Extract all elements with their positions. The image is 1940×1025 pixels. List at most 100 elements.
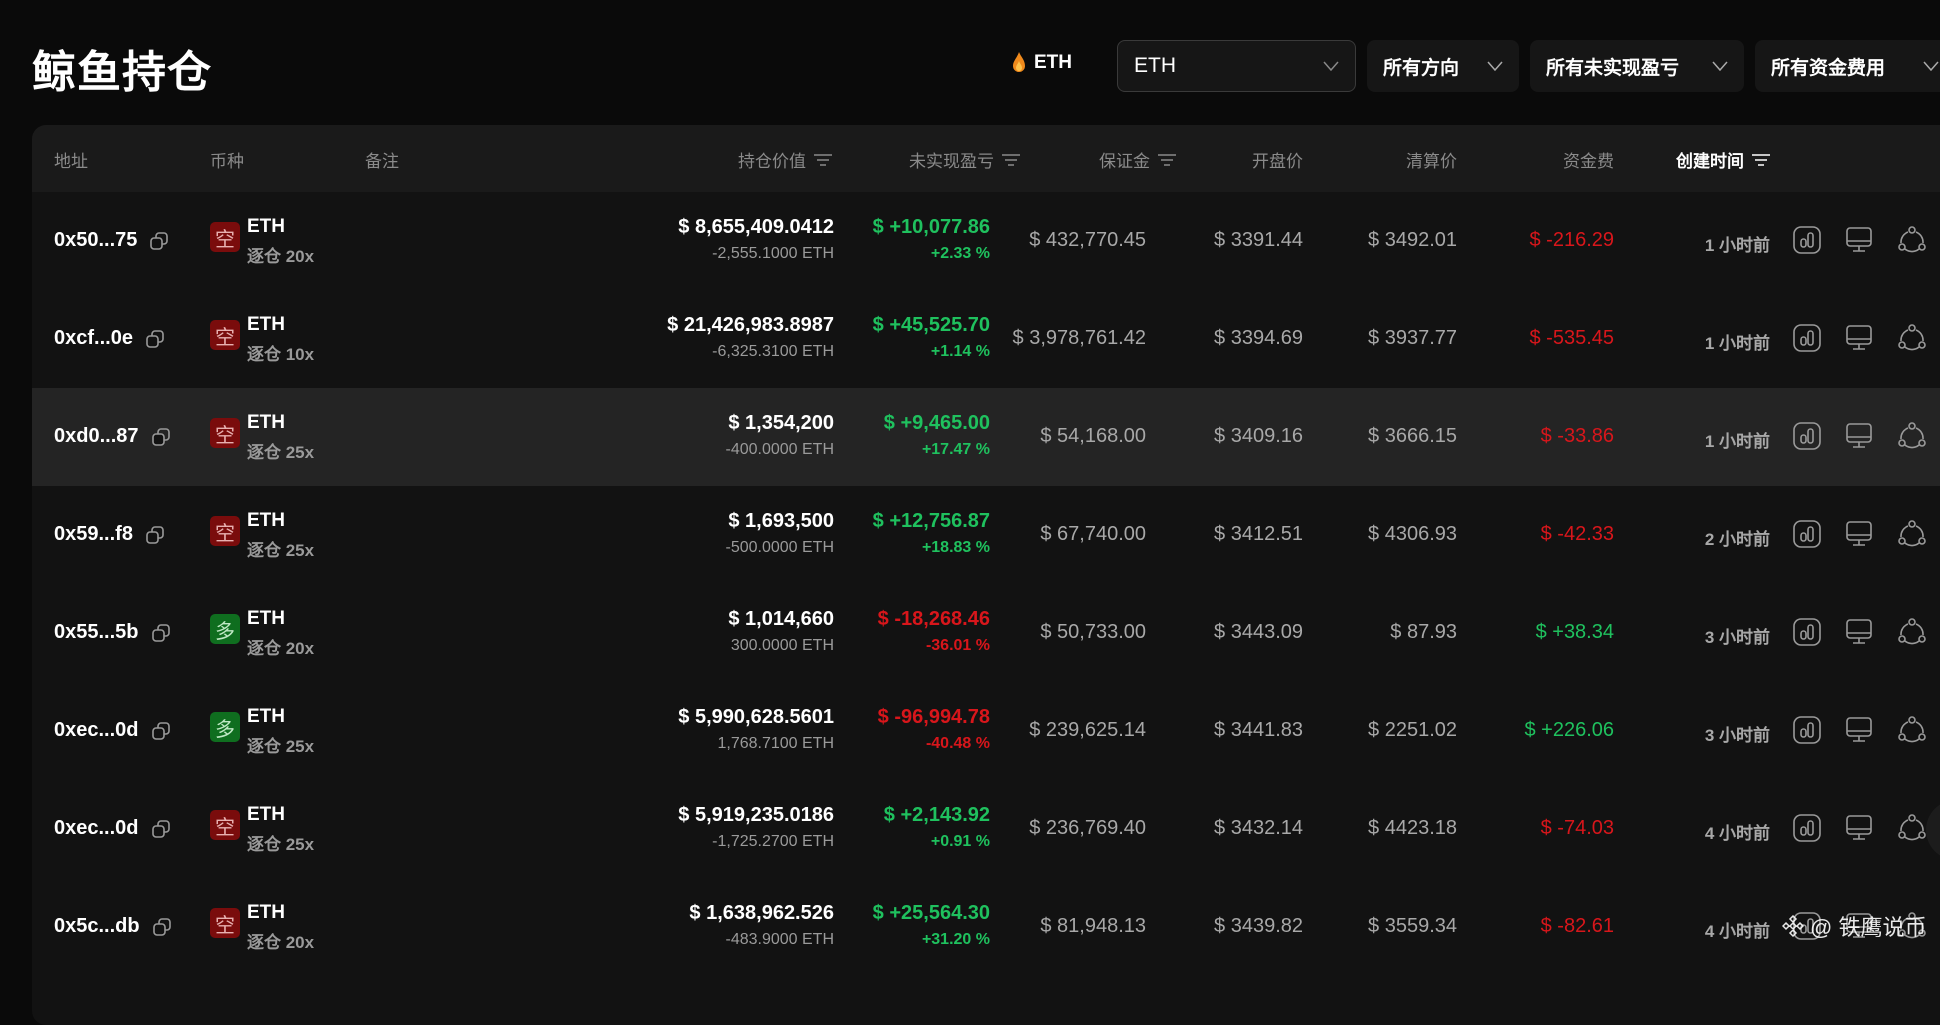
address-link[interactable]: 0xec...0d <box>54 817 139 840</box>
monitor-icon[interactable] <box>1843 518 1875 550</box>
header-margin[interactable]: 保证金 <box>1022 147 1176 172</box>
address-cell[interactable]: 0x55...5b <box>54 621 171 644</box>
address-cell[interactable]: 0x59...f8 <box>54 523 165 546</box>
address-link[interactable]: 0xd0...87 <box>54 425 139 448</box>
unrealized-pnl-percent: -36.01 % <box>925 637 990 654</box>
created-time: 2 小时前 <box>1704 530 1770 549</box>
hot-coin-label: ETH <box>1034 52 1072 73</box>
chart-icon[interactable] <box>1791 812 1823 844</box>
monitor-icon[interactable] <box>1843 812 1875 844</box>
copy-icon[interactable] <box>152 917 172 937</box>
sort-icon[interactable] <box>1002 153 1020 166</box>
table-row[interactable]: 0x50...75 空 ETH 逐仓 20x $ 8,655,409.0412 … <box>32 192 1940 290</box>
table-row[interactable]: 0xec...0d 多 ETH 逐仓 25x $ 5,990,628.5601 … <box>32 682 1940 780</box>
coin-select[interactable]: ETH <box>1117 40 1356 92</box>
margin-mode: 逐仓 20x <box>247 247 315 266</box>
coin-symbol: ETH <box>247 706 285 727</box>
funding-fee: $ -42.33 <box>1540 523 1614 545</box>
margin-mode: 逐仓 25x <box>247 541 315 560</box>
margin-value: $ 239,625.14 <box>1029 719 1146 741</box>
funding-fee: $ +38.34 <box>1535 621 1614 643</box>
position-size: -1,725.2700 ETH <box>712 833 834 850</box>
created-time: 1 小时前 <box>1704 432 1770 451</box>
side-badge: 空 <box>210 908 240 938</box>
address-link[interactable]: 0x5c...db <box>54 915 140 938</box>
created-time: 4 小时前 <box>1704 922 1770 941</box>
side-badge: 空 <box>210 516 240 546</box>
table-row[interactable]: 0xd0...87 空 ETH 逐仓 25x $ 1,354,200 -400.… <box>32 388 1940 486</box>
coin-symbol: ETH <box>247 216 285 237</box>
table-row[interactable]: 0x55...5b 多 ETH 逐仓 20x $ 1,014,660 300.0… <box>32 584 1940 682</box>
monitor-icon[interactable] <box>1843 714 1875 746</box>
chart-icon[interactable] <box>1791 518 1823 550</box>
chart-icon[interactable] <box>1791 616 1823 648</box>
funding-filter[interactable]: 所有资金费用 <box>1755 40 1940 92</box>
copy-icon[interactable] <box>151 819 171 839</box>
margin-mode: 逐仓 25x <box>247 835 315 854</box>
margin-value: $ 236,769.40 <box>1029 817 1146 839</box>
address-cell[interactable]: 0x5c...db <box>54 915 172 938</box>
address-link[interactable]: 0x59...f8 <box>54 523 133 546</box>
address-cell[interactable]: 0xec...0d <box>54 817 171 840</box>
copy-icon[interactable] <box>149 231 169 251</box>
chart-icon[interactable] <box>1791 714 1823 746</box>
address-cell[interactable]: 0xcf...0e <box>54 327 165 350</box>
address-cell[interactable]: 0x50...75 <box>54 229 169 252</box>
copy-icon[interactable] <box>145 525 165 545</box>
copy-icon[interactable] <box>151 427 171 447</box>
coin-symbol: ETH <box>247 314 285 335</box>
address-link[interactable]: 0x50...75 <box>54 229 137 252</box>
share-icon[interactable] <box>1896 322 1928 354</box>
created-time: 1 小时前 <box>1704 236 1770 255</box>
monitor-icon[interactable] <box>1843 616 1875 648</box>
share-icon[interactable] <box>1896 714 1928 746</box>
chart-icon[interactable] <box>1791 224 1823 256</box>
margin-mode: 逐仓 20x <box>247 639 315 658</box>
unrealized-pnl-percent: +17.47 % <box>921 441 990 458</box>
hot-coin-tag[interactable]: ETH <box>1012 52 1072 74</box>
chart-icon[interactable] <box>1791 322 1823 354</box>
table-row[interactable]: 0x59...f8 空 ETH 逐仓 25x $ 1,693,500 -500.… <box>32 486 1940 584</box>
funding-fee: $ -33.86 <box>1540 425 1614 447</box>
table-row[interactable]: 0xcf...0e 空 ETH 逐仓 10x $ 21,426,983.8987… <box>32 290 1940 388</box>
header-position-value[interactable]: 持仓价值 <box>632 147 832 172</box>
liq-price: $ 87.93 <box>1390 621 1457 643</box>
share-icon[interactable] <box>1896 812 1928 844</box>
copy-icon[interactable] <box>145 329 165 349</box>
funding-filter-label: 所有资金费用 <box>1771 57 1886 79</box>
share-icon[interactable] <box>1896 616 1928 648</box>
share-icon[interactable] <box>1896 420 1928 452</box>
side-badge: 多 <box>210 614 240 644</box>
header-unrealized-pnl[interactable]: 未实现盈亏 <box>822 147 1020 172</box>
address-link[interactable]: 0xcf...0e <box>54 327 133 350</box>
binance-logo-icon <box>1782 915 1804 937</box>
share-icon[interactable] <box>1896 224 1928 256</box>
monitor-icon[interactable] <box>1843 224 1875 256</box>
table-row[interactable]: 0xec...0d 空 ETH 逐仓 25x $ 5,919,235.0186 … <box>32 780 1940 878</box>
table-row[interactable]: 0x5c...db 空 ETH 逐仓 20x $ 1,638,962.526 -… <box>32 878 1940 976</box>
share-icon[interactable] <box>1896 518 1928 550</box>
address-cell[interactable]: 0xec...0d <box>54 719 171 742</box>
address-cell[interactable]: 0xd0...87 <box>54 425 171 448</box>
address-link[interactable]: 0x55...5b <box>54 621 139 644</box>
header-created-time[interactable]: 创建时间 <box>1592 147 1770 172</box>
created-time: 3 小时前 <box>1704 628 1770 647</box>
flame-icon <box>1013 52 1025 72</box>
sort-icon[interactable] <box>1752 153 1770 166</box>
unrealized-pnl: $ +10,077.86 <box>872 216 990 238</box>
position-size: -6,325.3100 ETH <box>712 343 834 360</box>
copy-icon[interactable] <box>151 623 171 643</box>
chart-icon[interactable] <box>1791 420 1823 452</box>
entry-price: $ 3443.09 <box>1214 621 1303 643</box>
address-link[interactable]: 0xec...0d <box>54 719 139 742</box>
direction-filter[interactable]: 所有方向 <box>1367 40 1519 92</box>
pnl-filter[interactable]: 所有未实现盈亏 <box>1530 40 1744 92</box>
copy-icon[interactable] <box>151 721 171 741</box>
created-time: 4 小时前 <box>1704 824 1770 843</box>
pnl-filter-label: 所有未实现盈亏 <box>1546 57 1680 79</box>
position-value: $ 8,655,409.0412 <box>678 216 834 238</box>
monitor-icon[interactable] <box>1843 322 1875 354</box>
unrealized-pnl-percent: +18.83 % <box>921 539 990 556</box>
monitor-icon[interactable] <box>1843 420 1875 452</box>
margin-value: $ 50,733.00 <box>1040 621 1146 643</box>
